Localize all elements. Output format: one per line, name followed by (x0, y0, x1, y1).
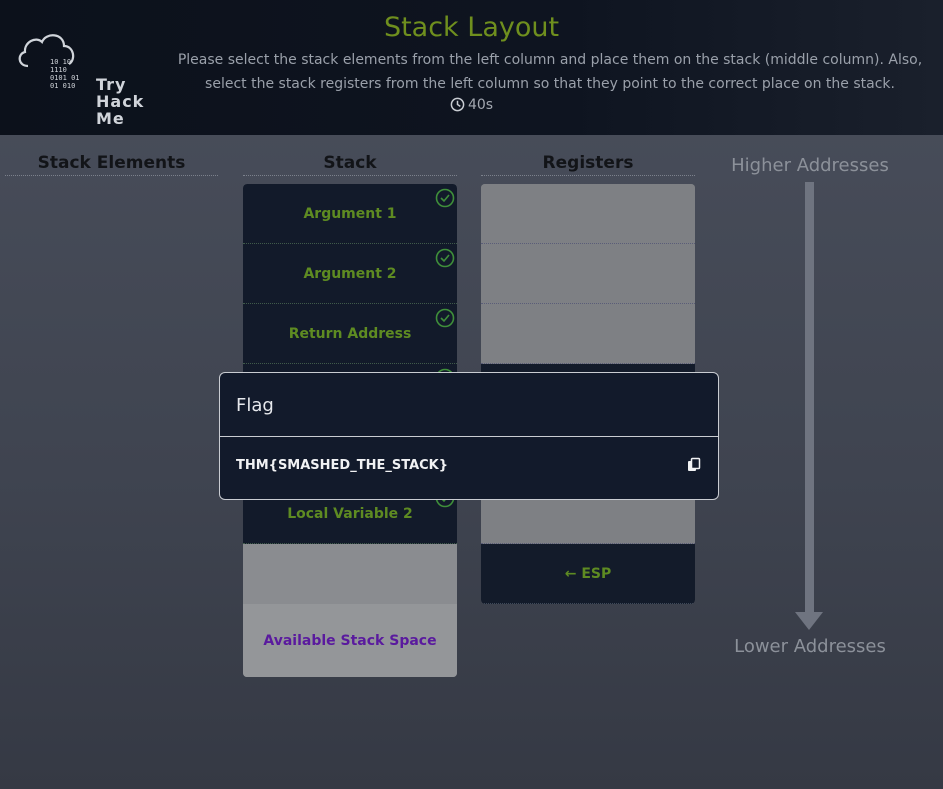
timer: 40s (0, 97, 943, 113)
arrow-down-icon (795, 612, 823, 630)
register-slot-esp[interactable]: ← ESP (481, 544, 695, 604)
register-slot-3[interactable] (481, 304, 695, 364)
check-circle-icon (435, 308, 455, 328)
register-slot-1[interactable] (481, 184, 695, 244)
modal-divider (220, 436, 718, 437)
logo-binary: 10 10 1110 0101 01 01 010 (50, 58, 80, 90)
stack-slot-1[interactable]: Argument 1 (243, 184, 457, 244)
flag-value[interactable]: THM{SMASHED_THE_STACK} (236, 458, 448, 473)
stack-slot-3[interactable]: Return Address (243, 304, 457, 364)
check-circle-icon (435, 248, 455, 268)
stack-elements-heading: Stack Elements (5, 153, 218, 176)
register-slot-2[interactable] (481, 244, 695, 304)
clock-icon (450, 97, 465, 112)
stack-slot-label: Argument 1 (303, 205, 397, 222)
stack-slot-2[interactable]: Argument 2 (243, 244, 457, 304)
instructions: Please select the stack elements from th… (177, 52, 923, 92)
higher-addresses-label: Higher Addresses (731, 155, 889, 176)
page-title: Stack Layout (383, 12, 560, 43)
lower-addresses-label: Lower Addresses (734, 636, 886, 657)
registers-heading: Registers (481, 153, 695, 176)
register-label-esp: ← ESP (564, 565, 612, 582)
flag-modal: Flag THM{SMASHED_THE_STACK} (219, 372, 719, 500)
address-arrow-shaft (805, 182, 814, 612)
stack-slot-empty[interactable] (243, 544, 457, 604)
stack-heading: Stack (243, 153, 457, 176)
copy-icon[interactable] (686, 457, 702, 473)
modal-title: Flag (236, 395, 274, 416)
available-stack-space[interactable]: Available Stack Space (243, 604, 457, 677)
stack-slot-label: Local Variable 2 (287, 505, 413, 522)
stack-slot-label: Return Address (288, 325, 412, 342)
stack-slot-label: Argument 2 (303, 265, 397, 282)
header: Try Hack Me 10 10 1110 0101 01 01 010 St… (0, 0, 943, 135)
timer-value: 40s (467, 97, 494, 113)
check-circle-icon (435, 188, 455, 208)
available-stack-space-label: Available Stack Space (263, 632, 437, 649)
